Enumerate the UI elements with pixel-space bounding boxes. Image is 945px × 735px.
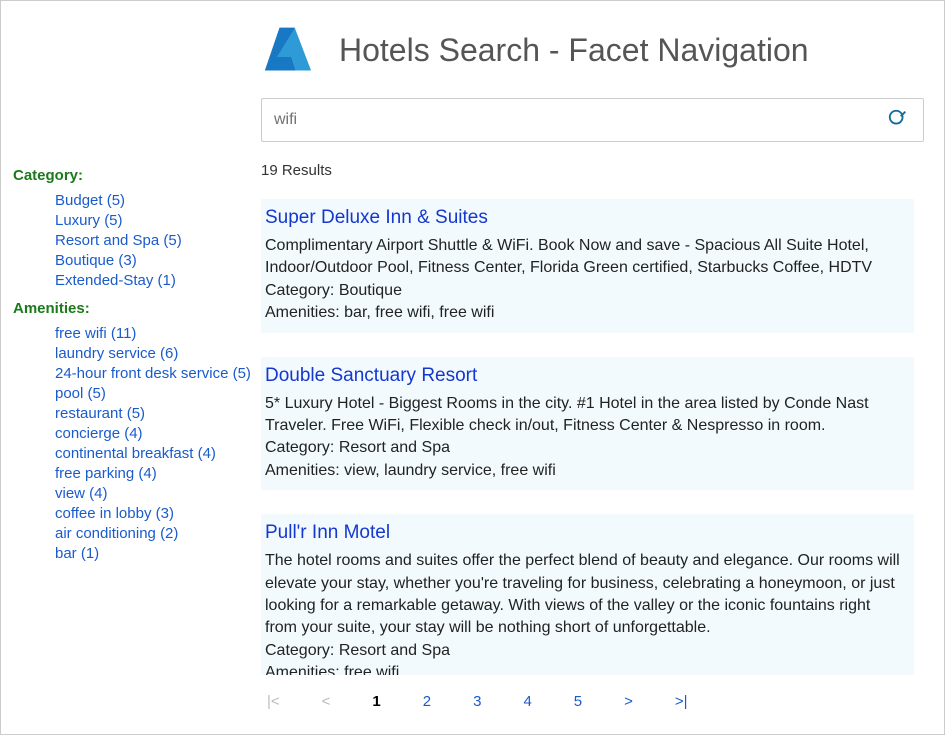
facet-coffee-lobby[interactable]: coffee in lobby (3)	[55, 505, 174, 522]
facet-list-amenities: free wifi (11) laundry service (6) 24-ho…	[13, 325, 251, 563]
result-category: Category: Resort and Spa	[265, 437, 906, 459]
pager-first[interactable]: |<	[261, 689, 286, 714]
facet-sidebar: Category: Budget (5) Luxury (5) Resort a…	[1, 1, 261, 734]
azure-logo-icon	[261, 21, 315, 80]
main-content: Hotels Search - Facet Navigation 19 Resu…	[261, 1, 944, 734]
facet-list-category: Budget (5) Luxury (5) Resort and Spa (5)…	[13, 192, 251, 290]
pager-page-4[interactable]: 4	[517, 689, 537, 714]
result-description: The hotel rooms and suites offer the per…	[265, 550, 906, 640]
results-count: 19 Results	[261, 162, 924, 179]
facet-pool[interactable]: pool (5)	[55, 385, 106, 402]
facet-boutique[interactable]: Boutique (3)	[55, 252, 137, 269]
facet-concierge[interactable]: concierge (4)	[55, 425, 143, 442]
facet-24h-desk[interactable]: 24-hour front desk service (5)	[55, 365, 251, 382]
result-amenities: Amenities: free wifi	[265, 662, 906, 675]
result-item: Pull'r Inn Motel The hotel rooms and sui…	[261, 514, 914, 675]
facet-view[interactable]: view (4)	[55, 485, 108, 502]
pager-page-3[interactable]: 3	[467, 689, 487, 714]
search-icon	[887, 108, 909, 133]
facet-extended-stay[interactable]: Extended-Stay (1)	[55, 272, 176, 289]
facet-heading-category: Category:	[13, 167, 251, 184]
results-list[interactable]: Super Deluxe Inn & Suites Complimentary …	[261, 199, 924, 675]
result-item: Double Sanctuary Resort 5* Luxury Hotel …	[261, 357, 914, 491]
result-amenities: Amenities: view, laundry service, free w…	[265, 460, 906, 482]
result-category: Category: Boutique	[265, 280, 906, 302]
facet-resort-spa[interactable]: Resort and Spa (5)	[55, 232, 182, 249]
pager-page-1[interactable]: 1	[366, 689, 386, 714]
facet-luxury[interactable]: Luxury (5)	[55, 212, 123, 229]
pager-next[interactable]: >	[618, 689, 639, 714]
facet-heading-amenities: Amenities:	[13, 300, 251, 317]
facet-budget[interactable]: Budget (5)	[55, 192, 125, 209]
pager: |< < 1 2 3 4 5 > >|	[261, 675, 924, 724]
result-title[interactable]: Super Deluxe Inn & Suites	[265, 207, 906, 229]
facet-free-wifi[interactable]: free wifi (11)	[55, 325, 136, 342]
result-title[interactable]: Double Sanctuary Resort	[265, 365, 906, 387]
header: Hotels Search - Facet Navigation	[261, 21, 924, 80]
result-description: Complimentary Airport Shuttle & WiFi. Bo…	[265, 235, 906, 280]
search-box	[261, 98, 924, 142]
pager-last[interactable]: >|	[669, 689, 694, 714]
facet-continental-breakfast[interactable]: continental breakfast (4)	[55, 445, 216, 462]
result-title[interactable]: Pull'r Inn Motel	[265, 522, 906, 544]
facet-restaurant[interactable]: restaurant (5)	[55, 405, 145, 422]
result-item: Super Deluxe Inn & Suites Complimentary …	[261, 199, 914, 333]
facet-laundry[interactable]: laundry service (6)	[55, 345, 178, 362]
pager-prev[interactable]: <	[316, 689, 337, 714]
facet-air-conditioning[interactable]: air conditioning (2)	[55, 525, 178, 542]
facet-bar[interactable]: bar (1)	[55, 545, 99, 562]
result-description: 5* Luxury Hotel - Biggest Rooms in the c…	[265, 393, 906, 438]
pager-page-2[interactable]: 2	[417, 689, 437, 714]
result-amenities: Amenities: bar, free wifi, free wifi	[265, 302, 906, 324]
search-input[interactable]	[262, 103, 873, 137]
facet-free-parking[interactable]: free parking (4)	[55, 465, 157, 482]
pager-page-5[interactable]: 5	[568, 689, 588, 714]
search-button[interactable]	[873, 108, 923, 133]
result-category: Category: Resort and Spa	[265, 640, 906, 662]
page-title: Hotels Search - Facet Navigation	[339, 32, 809, 69]
